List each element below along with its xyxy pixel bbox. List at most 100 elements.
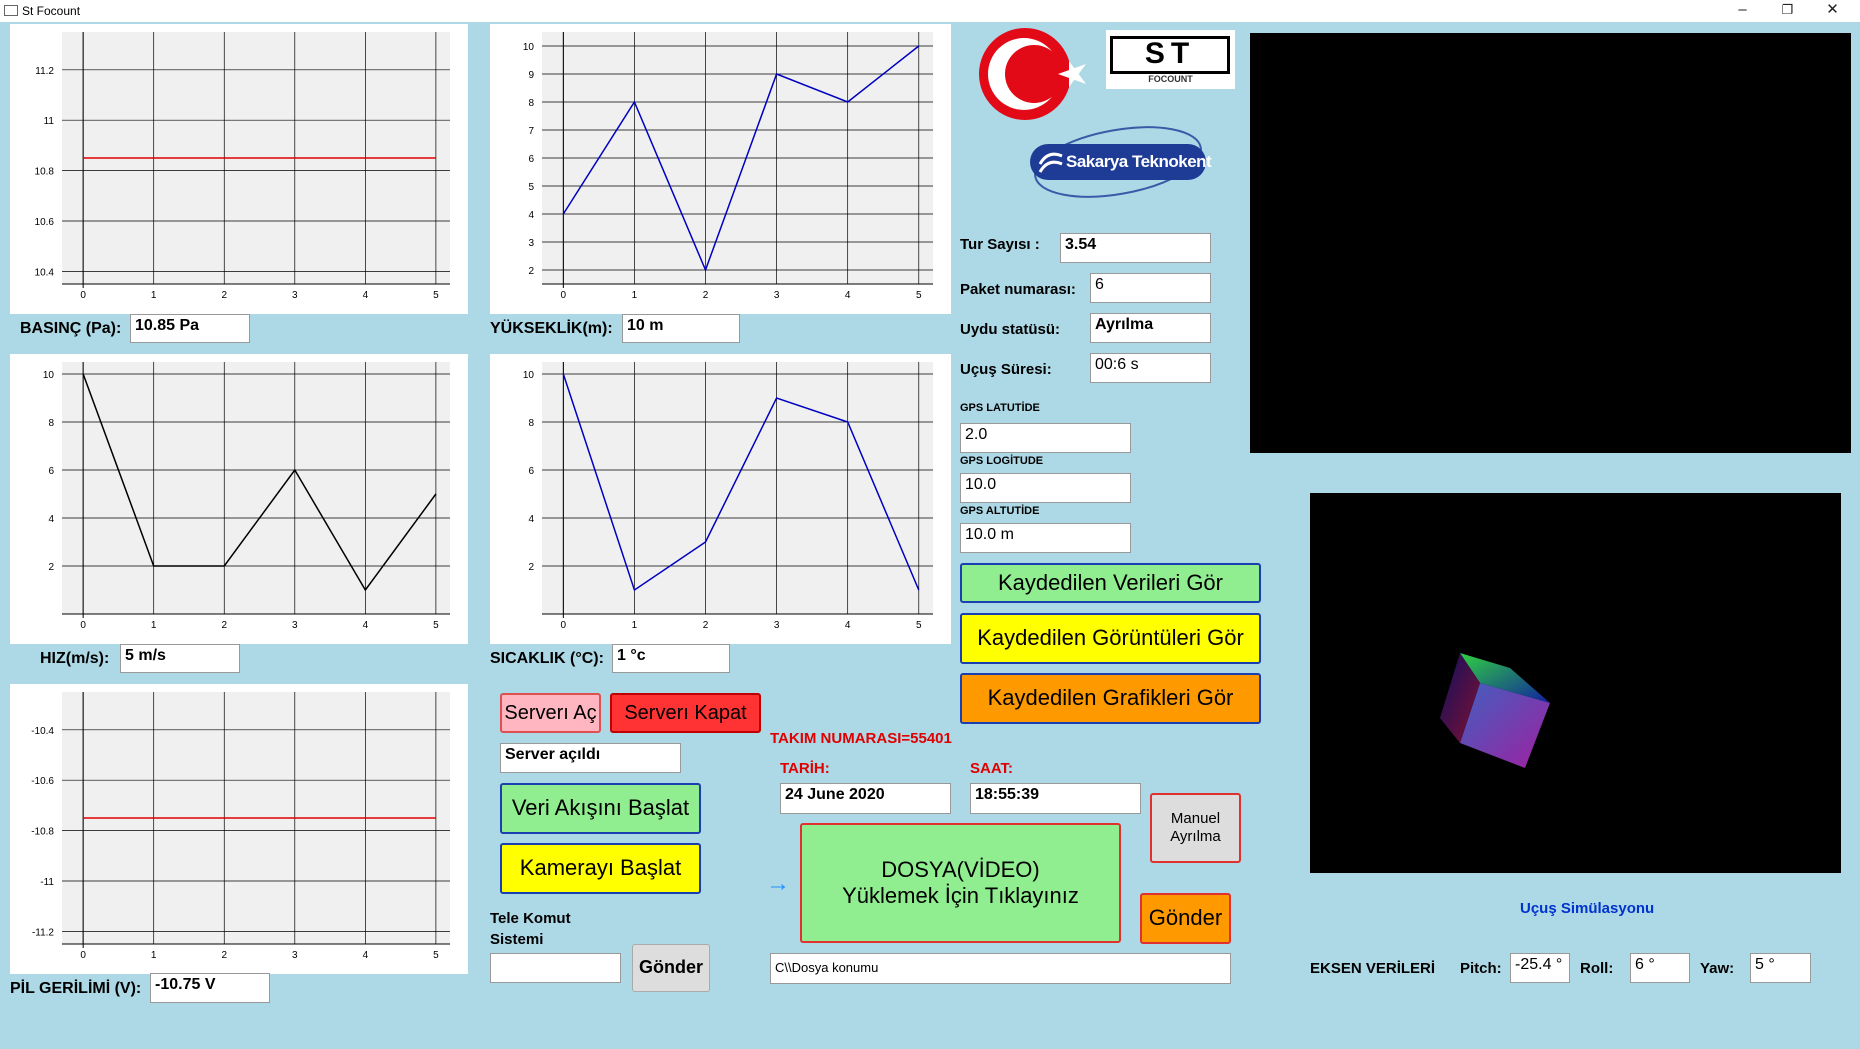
- title-bar: St Focount – ❐ ✕: [0, 0, 1860, 22]
- server-close-button[interactable]: Serverı Kapat: [610, 693, 761, 733]
- y-tick-label: 6: [48, 466, 54, 477]
- telecommand-label-line2: Sistemi: [490, 931, 544, 948]
- altitude-value-field[interactable]: 10 m: [622, 314, 740, 343]
- packet-number-label: Paket numarası:: [960, 281, 1076, 298]
- turkish-flag-logo: [979, 28, 1086, 120]
- team-number: TAKIM NUMARASI=55401: [770, 730, 952, 747]
- upload-send-button[interactable]: Gönder: [1140, 893, 1231, 944]
- altitude-chart: 0 1 2 3 4 5 10 9 8 7 6 5 4 3 2: [490, 24, 951, 314]
- window-title: St Focount: [22, 4, 81, 18]
- x-tick-label: 3: [774, 620, 780, 631]
- x-tick-label: 1: [151, 950, 157, 961]
- x-tick-label: 5: [916, 620, 922, 631]
- server-status-field[interactable]: Server açıldı: [500, 743, 681, 773]
- x-tick-label: 2: [221, 290, 227, 301]
- battery-voltage-chart: 0 1 2 3 4 5 -10.4 -10.6 -10.8 -11 -11.2: [10, 684, 468, 974]
- x-tick-label: 4: [845, 620, 851, 631]
- temperature-value-field[interactable]: 1 °c: [612, 644, 730, 673]
- x-tick-label: 2: [703, 290, 709, 301]
- altitude-label: YÜKSEKLİK(m):: [490, 320, 613, 337]
- telecommand-send-button[interactable]: Gönder: [632, 944, 710, 992]
- start-camera-button[interactable]: Kamerayı Başlat: [500, 843, 701, 894]
- y-tick-label: 3: [528, 238, 534, 249]
- focount-logo: ST FOCOUNT: [1106, 30, 1235, 89]
- x-tick-label: 1: [151, 620, 157, 631]
- date-field[interactable]: 24 June 2020: [780, 783, 951, 814]
- y-tick-label: -11.2: [32, 927, 54, 938]
- upload-line1: DOSYA(VİDEO): [881, 856, 1040, 882]
- y-tick-label: 4: [528, 210, 534, 221]
- y-tick-label: 9: [528, 70, 534, 81]
- x-tick-label: 3: [774, 290, 780, 301]
- server-open-button[interactable]: Serverı Aç: [500, 693, 601, 733]
- flight-time-field[interactable]: 00:6 s: [1090, 353, 1211, 383]
- telecommand-input[interactable]: [490, 953, 621, 983]
- x-tick-label: 5: [916, 290, 922, 301]
- x-tick-label: 1: [151, 290, 157, 301]
- focount-logo-mark: ST: [1110, 36, 1230, 74]
- yaw-label: Yaw:: [1700, 960, 1735, 977]
- telecommand-label-line1: Tele Komut: [490, 910, 571, 927]
- minimize-button[interactable]: –: [1720, 0, 1765, 22]
- gps-latitude-label: GPS LATUTİDE: [960, 402, 1040, 414]
- manual-separation-button[interactable]: Manuel Ayrılma: [1150, 793, 1241, 863]
- y-tick-label: 11: [44, 116, 55, 127]
- x-tick-label: 1: [632, 620, 638, 631]
- x-tick-label: 0: [561, 290, 567, 301]
- x-tick-label: 2: [221, 620, 227, 631]
- gps-altitude-label: GPS ALTUTİDE: [960, 505, 1040, 517]
- x-tick-label: 1: [632, 290, 638, 301]
- y-tick-label: 11.2: [35, 66, 54, 77]
- x-tick-label: 4: [363, 620, 369, 631]
- x-tick-label: 5: [433, 290, 439, 301]
- roll-field[interactable]: 6 °: [1630, 953, 1690, 983]
- y-tick-label: 10.8: [35, 167, 55, 178]
- view-saved-images-button[interactable]: Kaydedilen Görüntüleri Gör: [960, 613, 1261, 664]
- view-saved-data-button[interactable]: Kaydedilen Verileri Gör: [960, 563, 1261, 603]
- date-label: TARİH:: [780, 760, 830, 777]
- roll-label: Roll:: [1580, 960, 1614, 977]
- sakarya-teknokent-text: Sakarya Teknokent: [1066, 152, 1212, 171]
- view-saved-charts-button[interactable]: Kaydedilen Grafikleri Gör: [960, 673, 1261, 724]
- flight-simulation-panel: [1310, 493, 1841, 873]
- lap-count-field[interactable]: 3.54: [1060, 233, 1211, 263]
- flight-simulation-title: Uçuş Simülasyonu: [1520, 900, 1655, 917]
- x-tick-label: 2: [703, 620, 709, 631]
- pitch-field[interactable]: -25.4 °: [1510, 953, 1570, 983]
- x-tick-label: 5: [433, 950, 439, 961]
- gps-altitude-field[interactable]: 10.0 m: [960, 523, 1131, 553]
- temperature-label: SICAKLIK (°C):: [490, 650, 604, 667]
- y-tick-label: -10.4: [31, 726, 54, 737]
- y-tick-label: 8: [528, 98, 534, 109]
- satellite-status-field[interactable]: Ayrılma: [1090, 313, 1211, 343]
- battery-voltage-label: PİL GERİLİMİ (V):: [10, 980, 142, 997]
- y-tick-label: 2: [528, 562, 534, 573]
- x-tick-label: 4: [845, 290, 851, 301]
- upload-video-button[interactable]: DOSYA(VİDEO) Yüklemek İçin Tıklayınız: [800, 823, 1121, 943]
- yaw-field[interactable]: 5 °: [1750, 953, 1811, 983]
- x-tick-label: 3: [292, 620, 298, 631]
- battery-voltage-value-field[interactable]: -10.75 V: [150, 973, 270, 1003]
- y-tick-label: 6: [528, 466, 534, 477]
- file-path-input[interactable]: C\\Dosya konumu: [770, 953, 1231, 984]
- pressure-value-field[interactable]: 10.85 Pa: [130, 314, 250, 343]
- manual-line2: Ayrılma: [1170, 828, 1221, 845]
- x-tick-label: 3: [292, 950, 298, 961]
- x-tick-label: 0: [80, 950, 86, 961]
- x-tick-label: 3: [292, 290, 298, 301]
- time-field[interactable]: 18:55:39: [970, 783, 1141, 814]
- start-stream-button[interactable]: Veri Akışını Başlat: [500, 783, 701, 834]
- x-tick-label: 0: [80, 290, 86, 301]
- gps-latitude-field[interactable]: 2.0: [960, 423, 1131, 453]
- speed-chart: 0 1 2 3 4 5 10 8 6 4 2: [10, 354, 468, 644]
- y-tick-label: 4: [528, 514, 534, 525]
- y-tick-label: 10.4: [35, 267, 55, 278]
- speed-value-field[interactable]: 5 m/s: [120, 644, 240, 673]
- gps-longitude-field[interactable]: 10.0: [960, 473, 1131, 503]
- y-tick-label: -10.6: [31, 776, 54, 787]
- close-button[interactable]: ✕: [1810, 0, 1855, 22]
- maximize-button[interactable]: ❐: [1765, 0, 1810, 22]
- packet-number-field[interactable]: 6: [1090, 273, 1211, 303]
- y-tick-label: 2: [48, 562, 54, 573]
- y-tick-label: 10: [523, 42, 535, 53]
